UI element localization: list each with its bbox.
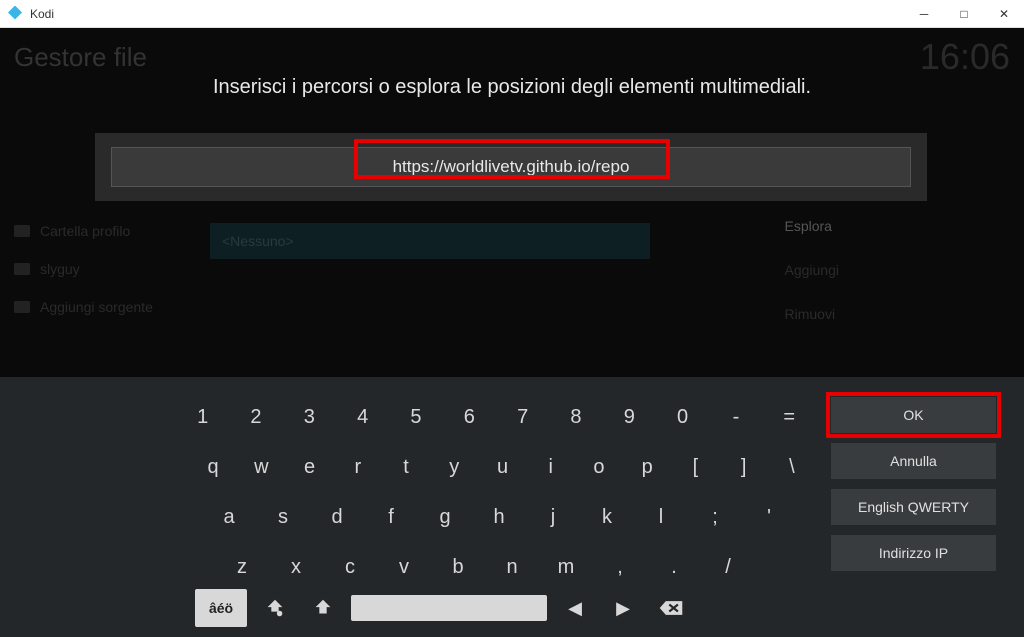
key-row-2: qwertyuiop[]\	[193, 447, 820, 487]
key-[[interactable]: [	[675, 447, 715, 487]
virtual-keyboard: 1234567890-= qwertyuiop[]\ asdfghjkl;' z…	[0, 377, 1024, 637]
key-s[interactable]: s	[260, 497, 306, 537]
key-c[interactable]: c	[327, 547, 373, 587]
keyboard-bottom-row: âéö ◀ ▶	[195, 589, 699, 627]
key-\[interactable]: \	[772, 447, 812, 487]
folder-icon	[14, 301, 30, 313]
key-n[interactable]: n	[489, 547, 535, 587]
key-j[interactable]: j	[530, 497, 576, 537]
key-1[interactable]: 1	[180, 397, 225, 437]
key-row-1: 1234567890-=	[180, 397, 820, 437]
key-g[interactable]: g	[422, 497, 468, 537]
key-7[interactable]: 7	[500, 397, 545, 437]
key-u[interactable]: u	[482, 447, 522, 487]
bg-buttons: Esplora Aggiungi Rimuovi	[785, 218, 840, 350]
backspace-key[interactable]	[651, 589, 691, 627]
key-b[interactable]: b	[435, 547, 481, 587]
close-button[interactable]: ✕	[984, 0, 1024, 28]
key-0[interactable]: 0	[660, 397, 705, 437]
bg-aggiungi-button: Aggiungi	[785, 262, 840, 278]
minimize-button[interactable]: ─	[904, 0, 944, 28]
key-i[interactable]: i	[531, 447, 571, 487]
layout-button[interactable]: English QWERTY	[831, 489, 996, 525]
key-f[interactable]: f	[368, 497, 414, 537]
key-/[interactable]: /	[705, 547, 751, 587]
key-v[interactable]: v	[381, 547, 427, 587]
key-2[interactable]: 2	[233, 397, 278, 437]
keyboard-main: 1234567890-= qwertyuiop[]\ asdfghjkl;' z…	[180, 397, 820, 597]
bg-path-placeholder: <Nessuno>	[210, 223, 650, 259]
bg-sidebar-item: Cartella profilo	[14, 223, 153, 239]
key-9[interactable]: 9	[607, 397, 652, 437]
key-6[interactable]: 6	[447, 397, 492, 437]
bg-sidebar-item: Aggiungi sorgente	[14, 299, 153, 315]
key-][interactable]: ]	[724, 447, 764, 487]
key-4[interactable]: 4	[340, 397, 385, 437]
key-r[interactable]: r	[338, 447, 378, 487]
shift-lock-key[interactable]	[255, 589, 295, 627]
key-row-3: asdfghjkl;'	[206, 497, 820, 537]
window-titlebar: Kodi ─ □ ✕	[0, 0, 1024, 28]
key-z[interactable]: z	[219, 547, 265, 587]
cursor-left-key[interactable]: ◀	[555, 589, 595, 627]
shift-key[interactable]	[303, 589, 343, 627]
key-a[interactable]: a	[206, 497, 252, 537]
key--[interactable]: -	[713, 397, 758, 437]
keyboard-action-buttons: OK Annulla English QWERTY Indirizzo IP	[831, 397, 996, 581]
window-title: Kodi	[30, 7, 54, 21]
app-content: Gestore file 16:06 Cartella profilo slyg…	[0, 28, 1024, 637]
key-row-4: zxcvbnm,./	[219, 547, 820, 587]
key-m[interactable]: m	[543, 547, 589, 587]
key-'[interactable]: '	[746, 497, 792, 537]
bg-page-title: Gestore file	[14, 42, 147, 73]
key-l[interactable]: l	[638, 497, 684, 537]
key-=[interactable]: =	[767, 397, 812, 437]
key-d[interactable]: d	[314, 497, 360, 537]
key-q[interactable]: q	[193, 447, 233, 487]
ok-button[interactable]: OK	[831, 397, 996, 433]
window-controls: ─ □ ✕	[904, 0, 1024, 28]
url-input[interactable]: https://worldlivetv.github.io/repo	[111, 147, 911, 187]
key-y[interactable]: y	[434, 447, 474, 487]
bg-esplora-button: Esplora	[785, 218, 840, 234]
accent-key[interactable]: âéö	[195, 589, 247, 627]
key-.[interactable]: .	[651, 547, 697, 587]
key-o[interactable]: o	[579, 447, 619, 487]
bg-rimuovi-button: Rimuovi	[785, 306, 840, 322]
bg-clock: 16:06	[920, 36, 1010, 78]
kodi-icon	[8, 6, 24, 22]
spacebar-key[interactable]	[351, 595, 547, 621]
key-x[interactable]: x	[273, 547, 319, 587]
folder-icon	[14, 263, 30, 275]
key-,[interactable]: ,	[597, 547, 643, 587]
folder-icon	[14, 225, 30, 237]
key-e[interactable]: e	[289, 447, 329, 487]
cancel-button[interactable]: Annulla	[831, 443, 996, 479]
key-w[interactable]: w	[241, 447, 281, 487]
key-h[interactable]: h	[476, 497, 522, 537]
key-5[interactable]: 5	[393, 397, 438, 437]
bg-sidebar-item: slyguy	[14, 261, 153, 277]
url-input-container: https://worldlivetv.github.io/repo	[95, 133, 927, 201]
key-k[interactable]: k	[584, 497, 630, 537]
key-8[interactable]: 8	[553, 397, 598, 437]
ip-address-button[interactable]: Indirizzo IP	[831, 535, 996, 571]
key-p[interactable]: p	[627, 447, 667, 487]
maximize-button[interactable]: □	[944, 0, 984, 28]
bg-sidebar: Cartella profilo slyguy Aggiungi sorgent…	[14, 223, 153, 337]
dialog-instruction: Inserisci i percorsi o esplora le posizi…	[0, 76, 1024, 99]
key-;[interactable]: ;	[692, 497, 738, 537]
cursor-right-key[interactable]: ▶	[603, 589, 643, 627]
key-t[interactable]: t	[386, 447, 426, 487]
key-3[interactable]: 3	[287, 397, 332, 437]
